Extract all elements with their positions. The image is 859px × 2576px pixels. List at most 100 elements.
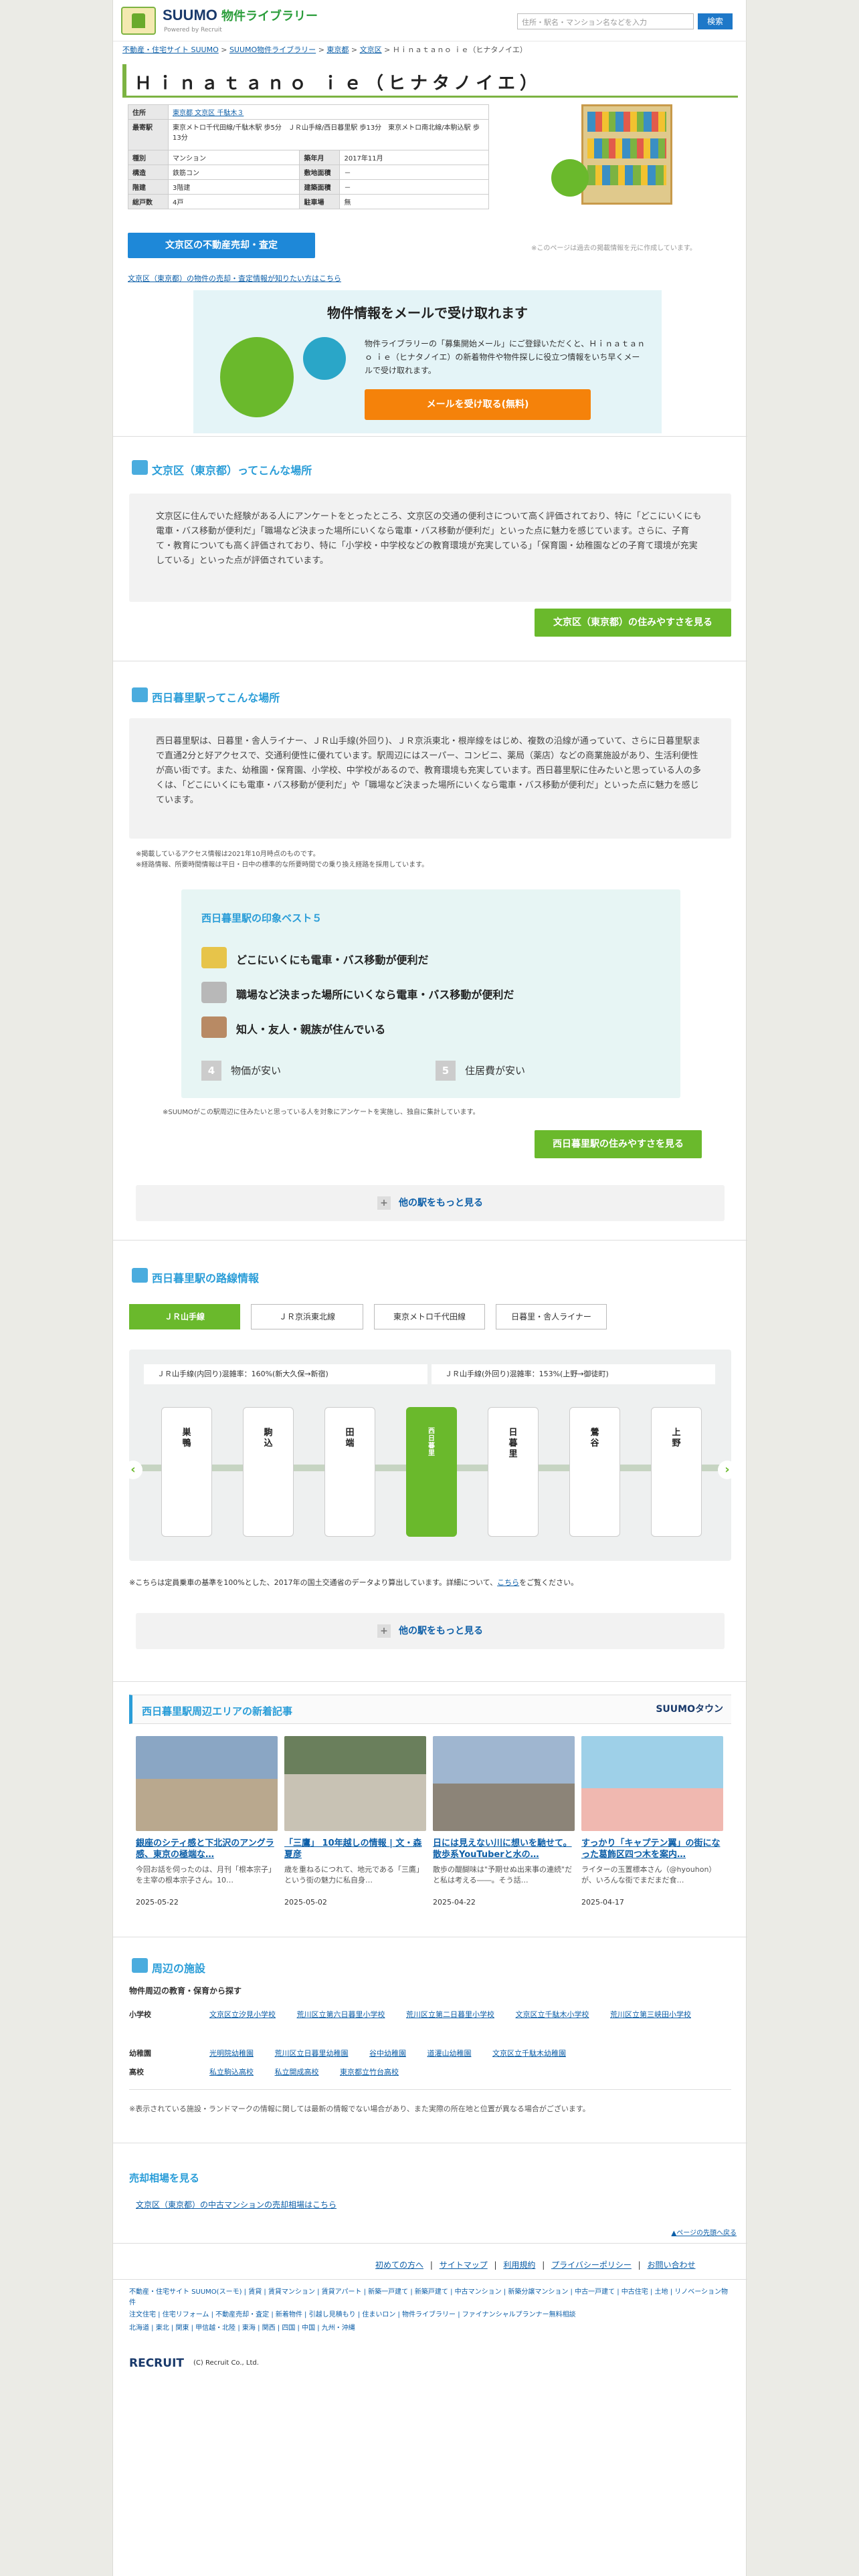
price-link[interactable]: 文京区（東京都）の中古マンションの売却相場はこちら — [136, 2199, 337, 2210]
breadcrumb-sep: > — [351, 45, 358, 54]
article-card[interactable]: 銀座のシティ感と下北沢のアングラ感、東京の極端な… 今回お話を伺ったのは、月刊「… — [136, 1736, 278, 1907]
facility-type: 幼稚園 — [129, 2049, 151, 2058]
station-label: 西日暮里 — [428, 1428, 435, 1457]
access-note: ※掲載しているアクセス情報は2021年10月時点のものです。 — [136, 851, 320, 858]
mascot-icon — [551, 159, 589, 197]
article-image[interactable] — [136, 1736, 278, 1831]
page-title: Ｈｉｎａｔａｎｏ ｉｅ（ヒナタノイエ） — [134, 74, 543, 94]
footer-link[interactable]: サイトマップ — [440, 2260, 488, 2270]
page-lower: 西日暮里駅の路線情報 ＪＲ山手線 ＪＲ京浜東北線 東京メトロ千代田線 日暮里・舎… — [112, 1240, 747, 2576]
article-card[interactable]: 「三鷹」 10年越しの情報 | 文・森夏彦 歳を重ねるにつれて、地元である「三鷹… — [284, 1736, 426, 1907]
sell-info-link[interactable]: 文京区（東京都）の物件の売却・査定情報が知りたい方はこちら — [128, 273, 341, 284]
next-arrow-icon[interactable]: › — [718, 1461, 737, 1479]
facility-link[interactable]: 光明院幼稚園 — [209, 2049, 254, 2058]
address-link[interactable]: 東京都 文京区 千駄木３ — [173, 110, 244, 117]
footer-site-links-2[interactable]: 注文住宅 | 住宅リフォーム | 不動産売却・査定 | 新着物件 | 引越し見積… — [129, 2310, 731, 2321]
article-title[interactable]: 日には見えない川に想いを馳せて。散歩系YouTuberと水の… — [433, 1838, 575, 1860]
footer-link[interactable]: 初めての方へ — [375, 2260, 423, 2270]
brand-logo[interactable]: SUUMO 物件ライブラリー — [163, 7, 318, 24]
station-livability-button[interactable]: 西日暮里駅の住みやすさを見る — [535, 1130, 702, 1158]
congestion-note: ※こちらは定員乗車の基準を100%とした、2017年の国土交通省のデータより算出… — [129, 1577, 578, 1588]
station-ueno[interactable]: 上野 — [651, 1407, 702, 1537]
footer-link[interactable]: 利用規約 — [503, 2260, 535, 2270]
ward-heading: 文京区（東京都）ってこんな場所 — [129, 460, 312, 477]
article-card[interactable]: すっかり「キャプテン翼」の街になった葛飾区四つ木を案内… ライターの玉置標本さん… — [581, 1736, 723, 1907]
prev-arrow-icon[interactable]: ‹ — [124, 1461, 142, 1479]
articles-heading: 西日暮里駅周辺エリアの新着記事 — [142, 1705, 293, 1717]
note-text: ※こちらは定員乗車の基準を100%とした、2017年の国土交通省のデータより算出… — [129, 1578, 498, 1587]
facility-link[interactable]: 私立駒込高校 — [209, 2068, 254, 2076]
article-desc: 歳を重ねるにつれて、地元である「三鷹」という街の魅力に私自身… — [284, 1865, 424, 1885]
facility-link[interactable]: 東京都立竹台高校 — [340, 2068, 399, 2076]
info-key: 最寄駅 — [128, 119, 169, 150]
article-card[interactable]: 日には見えない川に想いを馳せて。散歩系YouTuberと水の… 散歩の醍醐味は"… — [433, 1736, 575, 1907]
facility-link[interactable]: 荒川区立第六日暮里小学校 — [297, 2010, 385, 2019]
footer-site-links-1[interactable]: 不動産・住宅サイト SUUMO(スーモ) | 賃貸 | 賃貸マンション | 賃貸… — [129, 2287, 731, 2309]
facility-link[interactable]: 荒川区立第二日暮里小学校 — [406, 2010, 494, 2019]
station-uguisudani[interactable]: 鶯谷 — [569, 1407, 620, 1537]
facility-link[interactable]: 文京区立汐見小学校 — [209, 2010, 276, 2019]
mail-description: 物件ライブラリーの「募集開始メール」にご登録いただくと、Ｈｉｎａｔａｎｏ ｉｅ（… — [365, 339, 646, 375]
article-title[interactable]: 銀座のシティ感と下北沢のアングラ感、東京の極端な… — [136, 1838, 278, 1860]
ward-livability-button[interactable]: 文京区（東京都）の住みやすさを見る — [535, 609, 731, 637]
facility-link[interactable]: 谷中幼稚園 — [369, 2049, 406, 2058]
lines-heading: 西日暮里駅の路線情報 — [129, 1268, 259, 1285]
sell-assessment-button[interactable]: 文京区の不動産売却・査定 — [128, 233, 315, 258]
facility-link[interactable]: 荒川区立第三峡田小学校 — [610, 2010, 691, 2019]
page-top-link[interactable]: ▲ページの先頭へ戻る — [672, 2227, 737, 2237]
tab-chiyoda[interactable]: 東京メトロ千代田線 — [374, 1304, 485, 1329]
breadcrumb-bunkyo[interactable]: 文京区 — [360, 45, 382, 54]
info-value: マンション — [167, 150, 300, 165]
facilities-heading: 周辺の施設 — [129, 1958, 205, 1975]
footer-area-links[interactable]: 北海道 | 東北 | 関東 | 甲信越・北陸 | 東海 | 関西 | 四国 | … — [129, 2323, 731, 2334]
recruit-logo[interactable]: RECRUIT — [129, 2357, 184, 2370]
facility-link[interactable]: 道灌山幼稚園 — [427, 2049, 472, 2058]
facility-link[interactable]: 私立開成高校 — [275, 2068, 319, 2076]
note-tail: をご覧ください。 — [519, 1578, 579, 1587]
library-logo-icon[interactable] — [121, 7, 156, 35]
table-row: 構造 鉄筋コン 敷地面積－ — [128, 165, 489, 180]
article-image[interactable] — [284, 1736, 426, 1831]
station-sugamo[interactable]: 巣鴨 — [161, 1407, 212, 1537]
info-value: 鉄筋コン — [167, 165, 300, 180]
facility-link[interactable]: 荒川区立日暮里幼稚園 — [275, 2049, 349, 2058]
article-title[interactable]: すっかり「キャプテン翼」の街になった葛飾区四つ木を案内… — [581, 1838, 723, 1860]
breadcrumb-suumo[interactable]: 不動産・住宅サイト SUUMO — [122, 45, 219, 54]
note-link[interactable]: こちら — [497, 1578, 519, 1587]
tab-keihin-tohoku[interactable]: ＪＲ京浜東北線 — [251, 1304, 363, 1329]
station-nippori[interactable]: 日暮里 — [488, 1407, 539, 1537]
facilities-sub: 物件周辺の教育・保育から探す — [129, 1986, 242, 1996]
article-title[interactable]: 「三鷹」 10年越しの情報 | 文・森夏彦 — [284, 1838, 426, 1860]
receive-mail-button[interactable]: メールを受け取る(無料) — [365, 389, 591, 420]
breadcrumb-tokyo[interactable]: 東京都 — [326, 45, 349, 54]
article-image[interactable] — [433, 1736, 575, 1831]
station-label: 日暮里 — [508, 1428, 518, 1459]
station-label: 上野 — [672, 1428, 681, 1448]
station-tabata[interactable]: 田端 — [324, 1407, 375, 1537]
footer-link[interactable]: お問い合わせ — [648, 2260, 696, 2270]
mail-signup-box: 物件情報をメールで受け取れます 物件ライブラリーの「募集開始メール」にご登録いた… — [193, 290, 662, 433]
station-komagome[interactable]: 駒込 — [243, 1407, 294, 1537]
facility-note: ※表示されている施設・ランドマークの情報に関しては最新の情報でない場合があり、ま… — [129, 2105, 590, 2113]
facility-list: 文京区立汐見小学校 荒川区立第六日暮里小学校 荒川区立第二日暮里小学校 文京区立… — [209, 2008, 731, 2022]
footer-link[interactable]: プライバシーポリシー — [551, 2260, 632, 2270]
article-image[interactable] — [581, 1736, 723, 1831]
more-stations-button[interactable]: 他の駅をもっと見る — [136, 1185, 725, 1221]
facility-link[interactable]: 文京区立千駄木幼稚園 — [492, 2049, 566, 2058]
more-stations-button-2[interactable]: 他の駅をもっと見る — [136, 1613, 725, 1649]
tab-yamanote[interactable]: ＪＲ山手線 — [129, 1304, 240, 1329]
silver-crown-icon — [201, 982, 227, 1003]
facility-row-kindergarten: 幼稚園 光明院幼稚園 荒川区立日暮里幼稚園 谷中幼稚園 道灌山幼稚園 文京区立千… — [129, 2046, 731, 2061]
suumo-town-logo[interactable]: SUUMOタウン — [656, 1702, 723, 1715]
article-desc: ライターの玉置標本さん（@hyouhon）が、いろんな街でまだまだ食… — [581, 1865, 717, 1885]
rank-number: 5 — [436, 1061, 456, 1081]
survey-note: ※SUUMOがこの駅周辺に住みたいと思っている人を対象にアンケートを実施し、独自… — [163, 1109, 480, 1116]
station-best5: 西日暮里駅の印象ベスト５ どこにいくにも電車・バス移動が便利だ 職場など決まった… — [181, 889, 680, 1098]
facility-link[interactable]: 文京区立千駄木小学校 — [516, 2010, 589, 2019]
rank-label: 住居費が安い — [465, 1065, 526, 1077]
breadcrumb-library[interactable]: SUUMO物件ライブラリー — [229, 45, 316, 54]
search-input[interactable]: 住所・駅名・マンション名などを入力 — [517, 13, 694, 29]
tab-nippori-toneri[interactable]: 日暮里・舎人ライナー — [496, 1304, 607, 1329]
station-heading: 西日暮里駅ってこんな場所 — [129, 687, 280, 705]
search-button[interactable]: 検索 — [698, 13, 733, 29]
